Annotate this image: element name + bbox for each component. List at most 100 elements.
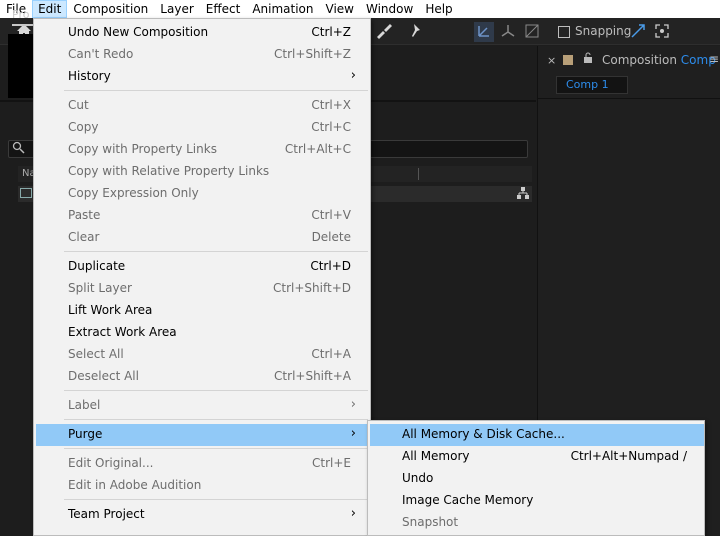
menu-item-edit-in-audition[interactable]: Edit in Adobe Audition xyxy=(36,475,368,497)
menu-item-label: Copy with Relative Property Links xyxy=(68,164,270,178)
menu-item-split-layer[interactable]: Split Layer Ctrl+Shift+D xyxy=(36,278,368,300)
axis-local-icon[interactable] xyxy=(474,22,494,42)
search-icon xyxy=(12,141,26,158)
menu-item-redo[interactable]: Can't Redo Ctrl+Shift+Z xyxy=(36,44,368,66)
menu-composition[interactable]: Composition xyxy=(67,0,154,18)
menu-item-label: Edit in Adobe Audition xyxy=(68,478,202,492)
pin-icon[interactable] xyxy=(406,22,426,42)
chevron-right-icon: › xyxy=(350,397,356,412)
menu-effect[interactable]: Effect xyxy=(200,0,247,18)
menu-item-label: All Memory xyxy=(402,449,470,463)
menu-item-copy-expression[interactable]: Copy Expression Only xyxy=(36,183,368,205)
menu-item-edit-original[interactable]: Edit Original... Ctrl+E xyxy=(36,453,368,475)
menu-window[interactable]: Window xyxy=(360,0,419,18)
menu-item-label: Undo xyxy=(402,471,434,485)
menu-item-label: Paste xyxy=(68,208,101,222)
close-icon[interactable]: × xyxy=(547,54,556,67)
menu-item-label: Copy Expression Only xyxy=(68,186,199,200)
snapping-checkbox[interactable] xyxy=(558,26,570,38)
menu-item-shortcut: Ctrl+Shift+A xyxy=(274,369,351,383)
menu-item-label: Cut xyxy=(68,98,89,112)
menu-item-extract-work-area[interactable]: Extract Work Area xyxy=(36,322,368,344)
menu-item-shortcut: Ctrl+D xyxy=(310,259,351,273)
column-divider[interactable] xyxy=(418,168,419,180)
menu-item-label: Purge xyxy=(68,427,103,441)
purge-submenu: All Memory & Disk Cache... All Memory Ct… xyxy=(367,420,705,536)
submenu-item-undo[interactable]: Undo xyxy=(370,468,704,490)
menu-separator xyxy=(64,251,368,252)
menu-item-shortcut: Ctrl+E xyxy=(312,456,351,470)
menu-item-label: Copy with Property Links xyxy=(68,142,217,156)
menu-item-duplicate[interactable]: Duplicate Ctrl+D xyxy=(36,256,368,278)
menu-item-label: Duplicate xyxy=(68,259,126,273)
menu-item-copy-relative-links[interactable]: Copy with Relative Property Links xyxy=(36,161,368,183)
menu-separator xyxy=(64,390,368,391)
menu-item-shortcut: Ctrl+V xyxy=(311,208,351,222)
menu-item-shortcut: Ctrl+A xyxy=(311,347,351,361)
menu-animation[interactable]: Animation xyxy=(246,0,319,18)
menu-item-shortcut: Ctrl+Shift+D xyxy=(273,281,351,295)
project-tab[interactable]: Pro xyxy=(12,8,29,21)
menu-item-label: History xyxy=(68,69,111,83)
snap-icon[interactable] xyxy=(628,22,648,42)
menu-item-label: Extract Work Area xyxy=(68,325,177,339)
menu-item-label: Copy xyxy=(68,120,99,134)
edit-menu: Undo New Composition Ctrl+Z Can't Redo C… xyxy=(33,18,371,536)
menu-item-clear[interactable]: Clear Delete xyxy=(36,227,368,249)
menu-item-label: Team Project xyxy=(68,507,145,521)
menu-item-shortcut: Ctrl+Alt+Numpad / xyxy=(570,449,687,463)
menu-item-shortcut: Ctrl+Shift+Z xyxy=(274,47,351,61)
axis-view-icon[interactable] xyxy=(522,22,542,42)
axis-world-icon[interactable] xyxy=(498,22,518,42)
menu-item-select-all[interactable]: Select All Ctrl+A xyxy=(36,344,368,366)
chevron-right-icon: › xyxy=(350,426,356,441)
menu-item-label: All Memory & Disk Cache... xyxy=(402,427,565,441)
menu-item-deselect-all[interactable]: Deselect All Ctrl+Shift+A xyxy=(36,366,368,388)
menu-separator xyxy=(64,419,368,420)
menu-item-label: Label xyxy=(68,398,101,412)
menu-item-label: Image Cache Memory xyxy=(402,493,534,507)
menu-item-label: Undo New Composition xyxy=(68,25,209,39)
menu-item-copy-property-links[interactable]: Copy with Property Links Ctrl+Alt+C xyxy=(36,139,368,161)
menu-item-shortcut: Ctrl+C xyxy=(311,120,351,134)
menu-item-label: Select All xyxy=(68,347,124,361)
menu-item-shortcut: Delete xyxy=(311,230,351,244)
menu-item-label-submenu[interactable]: Label › xyxy=(36,395,368,417)
menu-help[interactable]: Help xyxy=(419,0,458,18)
brush-icon[interactable] xyxy=(374,22,394,42)
menu-item-shortcut: Ctrl+Alt+C xyxy=(284,142,351,156)
menu-item-label: Deselect All xyxy=(68,369,139,383)
flowchart-icon[interactable] xyxy=(516,186,530,203)
submenu-item-image-cache-memory[interactable]: Image Cache Memory xyxy=(370,490,704,512)
panel-menu-icon[interactable]: ≡ xyxy=(709,52,719,66)
menu-item-label: Clear xyxy=(68,230,100,244)
menu-layer[interactable]: Layer xyxy=(154,0,199,18)
expand-icon[interactable] xyxy=(652,22,672,42)
submenu-item-snapshot[interactable]: Snapshot xyxy=(370,512,704,534)
menu-item-label: Snapshot xyxy=(402,515,459,529)
composition-panel-title: Composition Comp 1 xyxy=(602,53,720,67)
menu-separator xyxy=(64,448,368,449)
chevron-right-icon: › xyxy=(350,506,356,521)
menu-item-shortcut: Ctrl+Z xyxy=(311,25,351,39)
composition-item-icon xyxy=(20,188,32,198)
menu-item-paste[interactable]: Paste Ctrl+V xyxy=(36,205,368,227)
menu-separator xyxy=(64,90,368,91)
menu-item-label: Can't Redo xyxy=(68,47,134,61)
menu-view[interactable]: View xyxy=(320,0,360,18)
submenu-item-all-memory-disk-cache[interactable]: All Memory & Disk Cache... xyxy=(370,424,704,446)
menu-item-team-project[interactable]: Team Project › xyxy=(36,504,368,526)
snapping-label: Snapping xyxy=(575,24,632,38)
menu-item-purge[interactable]: Purge › xyxy=(36,424,368,446)
submenu-item-all-memory[interactable]: All Memory Ctrl+Alt+Numpad / xyxy=(370,446,704,468)
menu-item-lift-work-area[interactable]: Lift Work Area xyxy=(36,300,368,322)
menu-item-copy[interactable]: Copy Ctrl+C xyxy=(36,117,368,139)
menu-edit[interactable]: Edit xyxy=(32,0,68,18)
menu-item-undo[interactable]: Undo New Composition Ctrl+Z xyxy=(36,22,368,44)
menu-item-cut[interactable]: Cut Ctrl+X xyxy=(36,95,368,117)
menu-item-label: Split Layer xyxy=(68,281,132,295)
menu-item-shortcut: Ctrl+X xyxy=(311,98,351,112)
menu-item-history[interactable]: History › xyxy=(36,66,368,88)
menu-separator xyxy=(64,499,368,500)
lock-icon[interactable] xyxy=(583,52,593,67)
